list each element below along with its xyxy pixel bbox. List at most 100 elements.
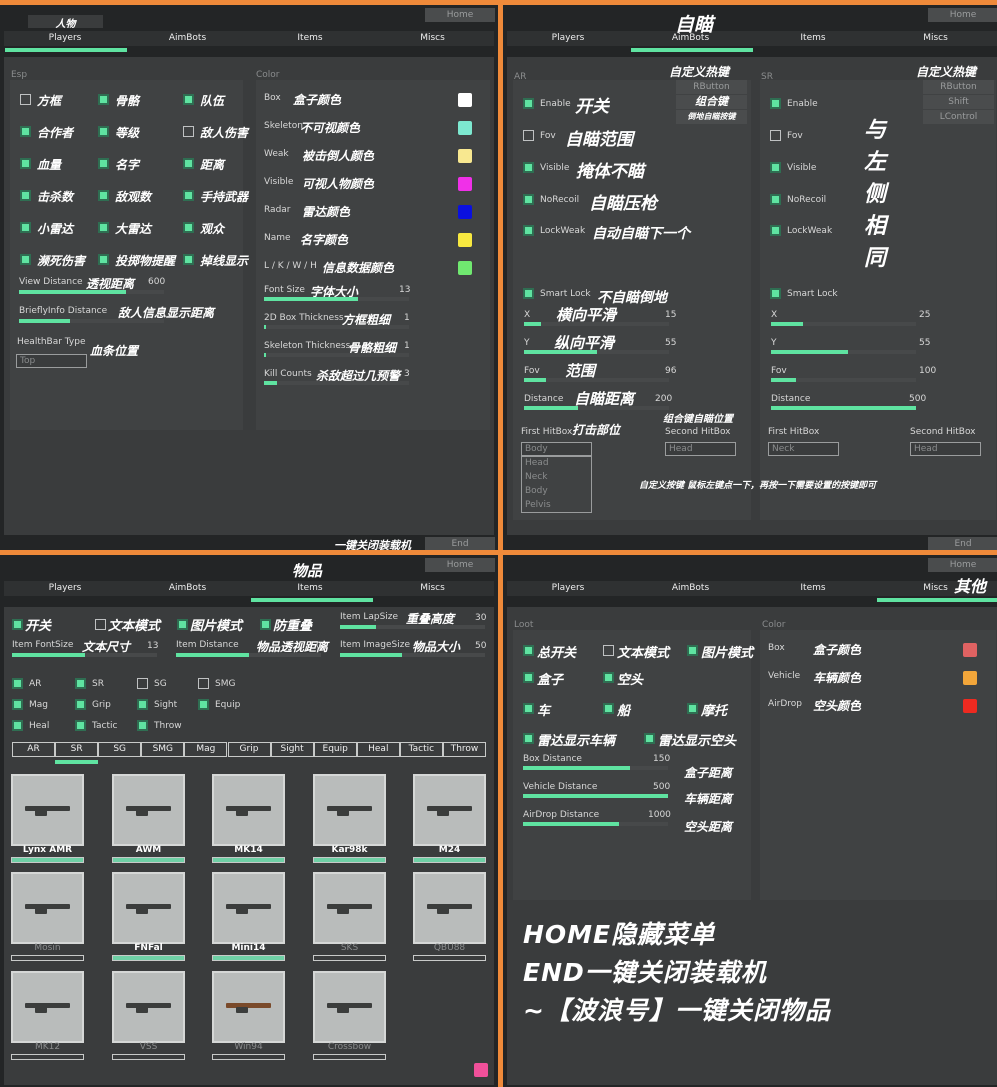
esp-checkbox-label[interactable]: 血量: [37, 156, 61, 173]
esp-checkbox[interactable]: [20, 126, 31, 137]
loot-checkbox[interactable]: [603, 672, 614, 683]
weapon-toggle[interactable]: [212, 955, 285, 961]
item-filter-label[interactable]: Mag: [29, 700, 48, 710]
esp-slider[interactable]: [19, 319, 164, 323]
item-filter-checkbox[interactable]: [75, 699, 86, 710]
item-filter-checkbox[interactable]: [12, 720, 23, 731]
aim-checkbox-label[interactable]: Fov: [787, 131, 803, 141]
esp-slider[interactable]: [19, 290, 164, 294]
weapon-toggle[interactable]: [313, 1054, 386, 1060]
aim-checkbox-label[interactable]: Visible: [787, 163, 816, 173]
weapon-image-card[interactable]: [11, 774, 84, 846]
home-button[interactable]: Home: [928, 558, 997, 572]
weapon-image-card[interactable]: [413, 774, 486, 846]
first-hitbox-select[interactable]: Neck: [768, 442, 839, 456]
hotkey-button[interactable]: LControl: [923, 110, 994, 124]
aim-checkbox[interactable]: [770, 162, 781, 173]
aim-checkbox-label[interactable]: Smart Lock: [787, 289, 838, 299]
category-tab-equip[interactable]: Equip: [313, 742, 357, 757]
aim-checkbox-label[interactable]: LockWeak: [787, 226, 832, 236]
weapon-image-card[interactable]: [112, 774, 185, 846]
loot-checkbox-label[interactable]: 船: [617, 700, 630, 719]
aim-checkbox[interactable]: [523, 162, 534, 173]
color-slider[interactable]: [264, 381, 409, 385]
first-hitbox-select[interactable]: Body: [521, 442, 592, 456]
esp-checkbox[interactable]: [20, 158, 31, 169]
color-swatch[interactable]: [458, 233, 472, 247]
color-slider[interactable]: [264, 353, 409, 357]
aim-checkbox-label[interactable]: Smart Lock: [540, 289, 591, 299]
weapon-image-card[interactable]: [11, 971, 84, 1043]
second-hitbox-select[interactable]: Head: [665, 442, 736, 456]
item-filter-label[interactable]: Heal: [29, 721, 49, 731]
esp-checkbox-label[interactable]: 距离: [200, 156, 224, 173]
home-button[interactable]: Home: [425, 8, 495, 22]
esp-checkbox-label[interactable]: 敌观数: [115, 188, 151, 205]
weapon-toggle[interactable]: [212, 857, 285, 863]
tab-players[interactable]: Players: [507, 31, 629, 46]
loot-checkbox-label[interactable]: 图片模式: [701, 642, 753, 661]
esp-checkbox[interactable]: [20, 94, 31, 105]
category-tab-smg[interactable]: SMG: [141, 742, 185, 757]
item-filter-label[interactable]: SMG: [215, 679, 235, 689]
aim-checkbox[interactable]: [770, 288, 781, 299]
aim-slider[interactable]: [771, 378, 916, 382]
aim-slider[interactable]: [524, 350, 669, 354]
esp-checkbox-label[interactable]: 投掷物提醒: [115, 252, 175, 269]
dropdown-option[interactable]: Head: [525, 458, 549, 468]
weapon-toggle[interactable]: [112, 1054, 185, 1060]
aim-checkbox[interactable]: [770, 130, 781, 141]
weapon-image-card[interactable]: [313, 774, 386, 846]
dropdown-option[interactable]: Body: [525, 486, 548, 496]
aim-checkbox[interactable]: [523, 194, 534, 205]
weapon-image-card[interactable]: [112, 971, 185, 1043]
item-filter-label[interactable]: Throw: [154, 721, 182, 731]
aim-checkbox-label[interactable]: LockWeak: [540, 226, 585, 236]
item-filter-label[interactable]: Tactic: [92, 721, 117, 731]
aim-slider[interactable]: [524, 378, 669, 382]
esp-checkbox-label[interactable]: 濒死伤害: [37, 252, 85, 269]
category-tab-ar[interactable]: AR: [12, 742, 55, 757]
item-toggle-label[interactable]: 图片模式: [190, 615, 242, 634]
weapon-image-card[interactable]: [313, 971, 386, 1043]
weapon-image-card[interactable]: [212, 971, 285, 1043]
loot-slider[interactable]: [523, 794, 668, 798]
item-slider[interactable]: [340, 625, 485, 629]
tab-miscs[interactable]: Miscs: [372, 31, 494, 46]
home-button[interactable]: Home: [425, 558, 495, 572]
color-swatch[interactable]: [458, 93, 472, 107]
loot-checkbox[interactable]: [523, 733, 534, 744]
item-filter-checkbox[interactable]: [75, 720, 86, 731]
home-button[interactable]: Home: [928, 8, 997, 22]
end-button[interactable]: End: [928, 537, 997, 550]
weapon-image-card[interactable]: [112, 872, 185, 944]
weapon-toggle[interactable]: [413, 857, 486, 863]
aim-checkbox[interactable]: [523, 98, 534, 109]
aim-slider[interactable]: [524, 406, 669, 410]
item-filter-checkbox[interactable]: [137, 720, 148, 731]
item-filter-checkbox[interactable]: [75, 678, 86, 689]
color-swatch[interactable]: [458, 149, 472, 163]
loot-checkbox[interactable]: [644, 733, 655, 744]
aim-checkbox[interactable]: [523, 225, 534, 236]
item-toggle-checkbox[interactable]: [177, 619, 188, 630]
aim-slider[interactable]: [771, 322, 916, 326]
tab-items[interactable]: Items: [752, 31, 874, 46]
weapon-toggle[interactable]: [11, 857, 84, 863]
loot-checkbox[interactable]: [523, 703, 534, 714]
esp-checkbox[interactable]: [98, 126, 109, 137]
aim-checkbox[interactable]: [770, 225, 781, 236]
weapon-image-card[interactable]: [11, 872, 84, 944]
second-hitbox-select[interactable]: Head: [910, 442, 981, 456]
item-filter-checkbox[interactable]: [12, 699, 23, 710]
color-swatch[interactable]: [458, 261, 472, 275]
color-swatch[interactable]: [963, 699, 977, 713]
esp-checkbox[interactable]: [98, 254, 109, 265]
category-tab-sg[interactable]: SG: [98, 742, 142, 757]
esp-checkbox-label[interactable]: 队伍: [200, 92, 224, 109]
item-toggle-label[interactable]: 开关: [25, 615, 51, 634]
esp-checkbox[interactable]: [183, 222, 194, 233]
color-swatch[interactable]: [963, 643, 977, 657]
item-filter-label[interactable]: AR: [29, 679, 41, 689]
weapon-image-card[interactable]: [212, 774, 285, 846]
